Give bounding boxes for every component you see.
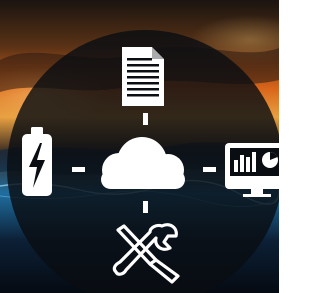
dashboard-monitor-icon	[225, 143, 279, 197]
document-icon	[122, 47, 164, 106]
cloud-services-artwork	[0, 0, 279, 293]
cloud-services-graphic	[0, 0, 279, 293]
battery-charging-icon	[22, 127, 52, 196]
